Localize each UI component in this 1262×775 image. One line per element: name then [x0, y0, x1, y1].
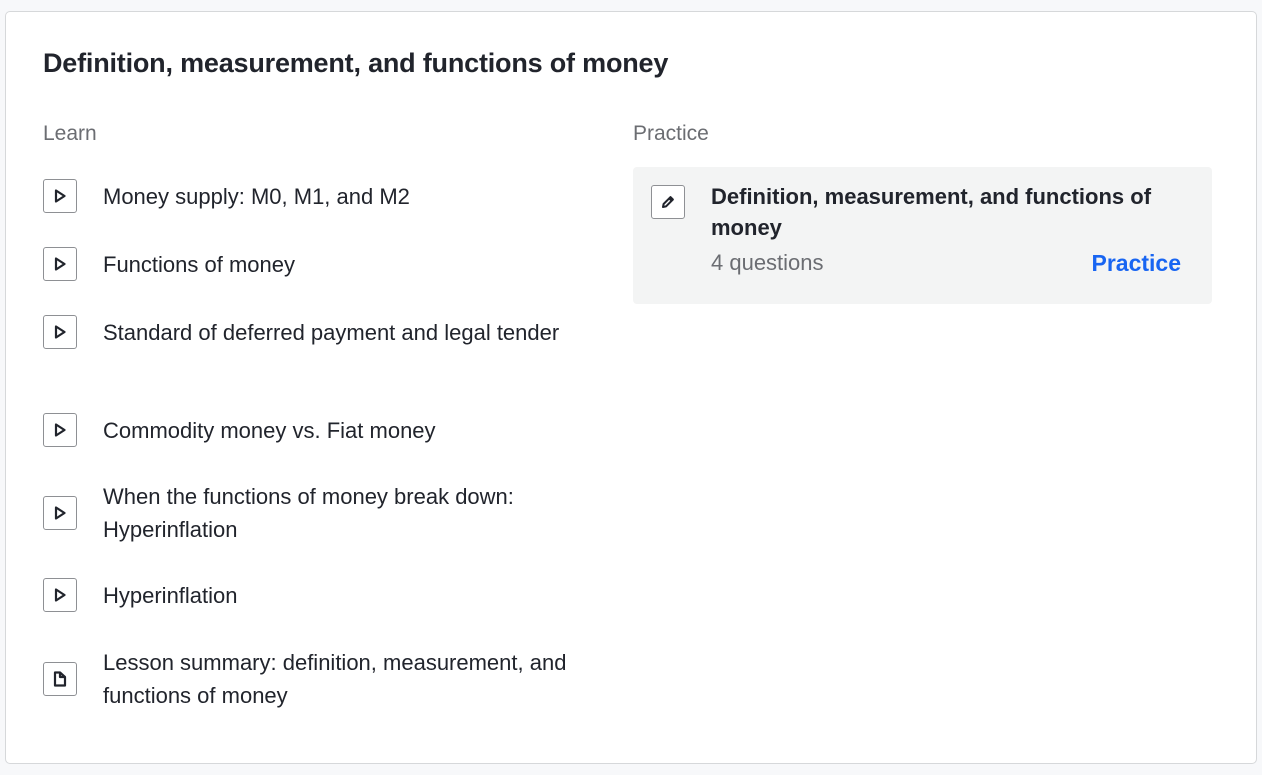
learn-item-label: Commodity money vs. Fiat money [103, 417, 436, 443]
play-icon [43, 578, 77, 612]
practice-heading: Practice [633, 122, 709, 145]
practice-exercise-card[interactable]: Definition, measurement, and functions o… [633, 167, 1212, 304]
play-icon [43, 247, 77, 281]
learn-item-label: When the functions of money break down: … [103, 484, 514, 542]
unit-title: Definition, measurement, and functions o… [43, 48, 669, 78]
learn-item-label: Money supply: M0, M1, and M2 [103, 183, 410, 209]
learn-item-functions-of-money[interactable]: Functions of money [43, 247, 583, 281]
learn-item-functions-break-down[interactable]: When the functions of money break down: … [43, 480, 583, 546]
learn-item-label: Functions of money [103, 251, 295, 277]
play-icon [43, 496, 77, 530]
play-icon [43, 179, 77, 213]
pencil-icon [651, 185, 685, 219]
learn-item-lesson-summary[interactable]: Lesson summary: definition, measurement,… [43, 646, 583, 712]
practice-exercise-title: Definition, measurement, and functions o… [711, 184, 1152, 240]
unit-card: Definition, measurement, and functions o… [5, 11, 1257, 764]
learn-item-hyperinflation[interactable]: Hyperinflation [43, 578, 583, 612]
learn-item-label: Hyperinflation [103, 582, 238, 608]
article-icon [43, 662, 77, 696]
practice-question-count: 4 questions [711, 250, 824, 275]
learn-heading: Learn [43, 122, 97, 145]
learn-item-label: Standard of deferred payment and legal t… [103, 319, 560, 345]
learn-item-commodity-vs-fiat[interactable]: Commodity money vs. Fiat money [43, 413, 583, 447]
learn-item-money-supply[interactable]: Money supply: M0, M1, and M2 [43, 179, 583, 213]
practice-button[interactable]: Practice [1091, 250, 1181, 277]
play-icon [43, 315, 77, 349]
learn-item-label: Lesson summary: definition, measurement,… [103, 650, 567, 708]
learn-item-deferred-payment[interactable]: Standard of deferred payment and legal t… [43, 315, 583, 349]
play-icon [43, 413, 77, 447]
